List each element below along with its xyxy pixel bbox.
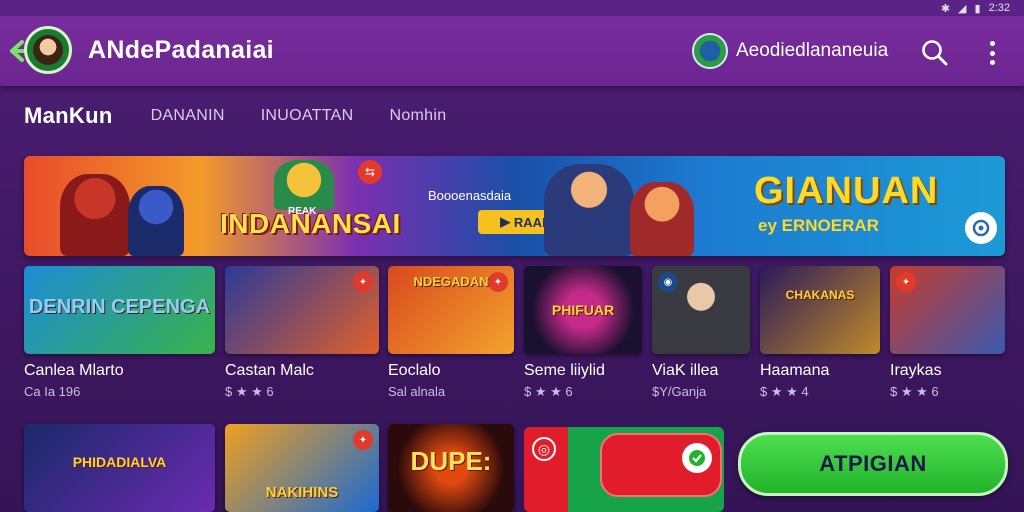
banner-right-subtitle: ey ERNOERAR bbox=[758, 216, 879, 235]
app-title: ANdePadanaiai bbox=[88, 36, 274, 64]
game-card[interactable]: CHAKANAS bbox=[760, 266, 880, 354]
game-rating: $ ★ ★ 6 bbox=[225, 384, 274, 399]
avatar bbox=[692, 33, 728, 69]
battery-icon: ▮ bbox=[974, 2, 981, 15]
banner-right-title: GIANUAN bbox=[754, 170, 939, 212]
game-rating: Ca Ia 196 bbox=[24, 384, 81, 399]
game-art-title: DUPE: bbox=[410, 446, 492, 476]
game-rating: $ ★ ★ 4 bbox=[760, 384, 809, 399]
game-art-title: PHIFUAR bbox=[551, 302, 615, 318]
hero-art bbox=[630, 182, 694, 256]
game-card[interactable]: PHIFUAR bbox=[524, 266, 642, 354]
search-icon[interactable] bbox=[920, 38, 950, 68]
banner-subtitle: Boooenasdaia bbox=[428, 188, 512, 203]
banner-left-title: INDANANSAI bbox=[220, 208, 401, 239]
game-title: Seme liiylid bbox=[524, 362, 605, 379]
game-title: Canlea Mlarto bbox=[24, 362, 124, 379]
hero-art bbox=[128, 186, 184, 256]
game-art-title: CHAKANAS bbox=[785, 288, 855, 302]
game-title: Castan Malc bbox=[225, 362, 314, 379]
promo-tile[interactable]: ◎ bbox=[524, 427, 724, 512]
game-rating: $ ★ ★ 6 bbox=[524, 384, 573, 399]
game-card[interactable]: PHIDADIALVA bbox=[24, 424, 215, 512]
game-art-title: DENRIN CEPENGA bbox=[28, 296, 211, 318]
game-card[interactable]: DENRIN CEPENGA bbox=[24, 266, 215, 354]
game-card[interactable]: ◉ bbox=[652, 266, 750, 354]
app-bar: ANdePadanaiai Aeodiedlananeuia bbox=[0, 16, 1024, 86]
game-title: Iraykas bbox=[890, 362, 942, 379]
game-card[interactable]: ✦ bbox=[225, 266, 379, 354]
more-vert-icon[interactable] bbox=[980, 38, 1004, 68]
game-title: Haamana bbox=[760, 362, 830, 379]
bluetooth-icon: ✱ bbox=[940, 2, 951, 15]
hero-art bbox=[60, 174, 130, 256]
install-button[interactable]: ATPIGIAN bbox=[738, 432, 1008, 496]
tab-dananin[interactable]: DANANIN bbox=[151, 107, 225, 125]
game-rating: $Y/Ganja bbox=[652, 384, 707, 399]
game-card[interactable]: NDEGADAN ✦ bbox=[388, 266, 514, 354]
game-rating: $ ★ ★ 6 bbox=[890, 384, 939, 399]
hero-art bbox=[274, 160, 334, 210]
game-title: Eoclalo bbox=[388, 362, 441, 379]
hot-badge-icon: ✦ bbox=[353, 430, 373, 450]
hero-art bbox=[544, 164, 634, 256]
game-rating: Sal alnala bbox=[388, 384, 446, 399]
game-card[interactable]: DUPE: bbox=[388, 424, 514, 512]
account-chip[interactable]: Aeodiedlananeuia bbox=[692, 32, 888, 70]
account-name: Aeodiedlananeuia bbox=[736, 40, 889, 61]
featured-banner[interactable]: ⇆ REAK INDANANSAI Boooenasdaia ▶ RAAI GI… bbox=[24, 156, 1005, 256]
check-circle-icon[interactable] bbox=[682, 443, 712, 473]
app-logo bbox=[24, 26, 72, 74]
banner-play-label: RAAI bbox=[513, 214, 546, 230]
hot-badge-icon: ⇆ bbox=[358, 160, 382, 184]
tab-nomhin[interactable]: Nomhin bbox=[389, 107, 446, 125]
status-bar: ✱ ◢ ▮ 2:32 bbox=[0, 0, 1024, 16]
favorite-icon[interactable] bbox=[965, 212, 997, 244]
game-card[interactable]: NAKIHINS ✦ bbox=[225, 424, 379, 512]
tab-inuoattan[interactable]: INUOATTAN bbox=[261, 107, 354, 125]
target-icon: ◎ bbox=[532, 437, 556, 461]
signal-icon: ◢ bbox=[958, 2, 967, 15]
hot-badge-icon: ✦ bbox=[488, 272, 508, 292]
status-time: 2:32 bbox=[988, 2, 1010, 14]
game-title: ViaK illea bbox=[652, 362, 719, 379]
game-art-title: NAKIHINS bbox=[265, 484, 339, 501]
tab-mankun[interactable]: ManKun bbox=[24, 103, 113, 129]
game-card[interactable]: ✦ bbox=[890, 266, 1005, 354]
info-badge-icon: ◉ bbox=[658, 272, 678, 292]
hot-badge-icon: ✦ bbox=[896, 272, 916, 292]
game-art bbox=[760, 266, 880, 354]
hot-badge-icon: ✦ bbox=[353, 272, 373, 292]
game-art-title: PHIDADIALVA bbox=[72, 454, 167, 470]
category-tabs: ManKun DANANIN INUOATTAN Nomhin bbox=[24, 100, 482, 132]
